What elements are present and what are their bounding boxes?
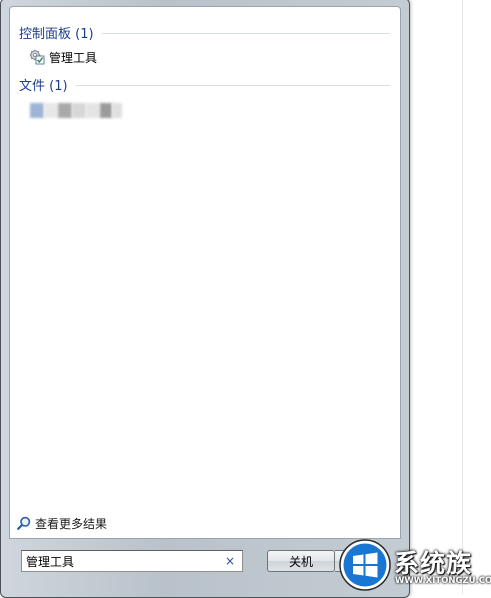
watermark-title: 系统族 [394, 549, 473, 578]
result-item-admin-tools[interactable]: 管理工具 [29, 48, 97, 66]
background-window [411, 0, 491, 594]
shutdown-label: 关机 [288, 554, 313, 569]
window-divider [462, 0, 463, 594]
search-input[interactable] [22, 552, 222, 570]
blurred-text [44, 102, 58, 118]
file-icon [30, 102, 44, 118]
group-header-files[interactable]: 文件 (1) [19, 75, 390, 94]
windows-logo-icon [339, 539, 391, 591]
watermark-url: WWW.XITONGZU.COM [395, 576, 491, 586]
blurred-text [86, 102, 100, 118]
watermark: 系统族 WWW.XITONGZU.COM [339, 538, 491, 592]
divider [101, 32, 390, 34]
result-item-file[interactable] [30, 100, 140, 120]
see-more-results-link[interactable]: 查看更多结果 [17, 514, 107, 532]
search-icon [17, 516, 31, 530]
result-item-label: 管理工具 [49, 50, 98, 65]
shutdown-button[interactable]: 关机 [267, 550, 335, 572]
blurred-text [58, 102, 72, 118]
blurred-text [72, 102, 86, 118]
admin-tools-icon [29, 49, 45, 65]
start-menu: 控制面板 (1) 管理工具 文件 (1) 查看更多结果 管理工具 × 关机 [0, 0, 410, 598]
close-icon: × [224, 554, 236, 568]
blurred-text [112, 102, 122, 118]
blurred-text [100, 102, 112, 118]
divider [75, 84, 390, 86]
group-header-control-panel[interactable]: 控制面板 (1) [19, 23, 390, 42]
search-results-panel: 控制面板 (1) 管理工具 文件 (1) 查看更多结果 [9, 6, 401, 539]
search-box[interactable]: × [21, 550, 243, 572]
group-header-label: 控制面板 (1) [19, 26, 94, 42]
see-more-label: 查看更多结果 [35, 516, 108, 531]
group-header-label: 文件 (1) [19, 78, 68, 94]
clear-search-button[interactable]: × [222, 553, 238, 569]
